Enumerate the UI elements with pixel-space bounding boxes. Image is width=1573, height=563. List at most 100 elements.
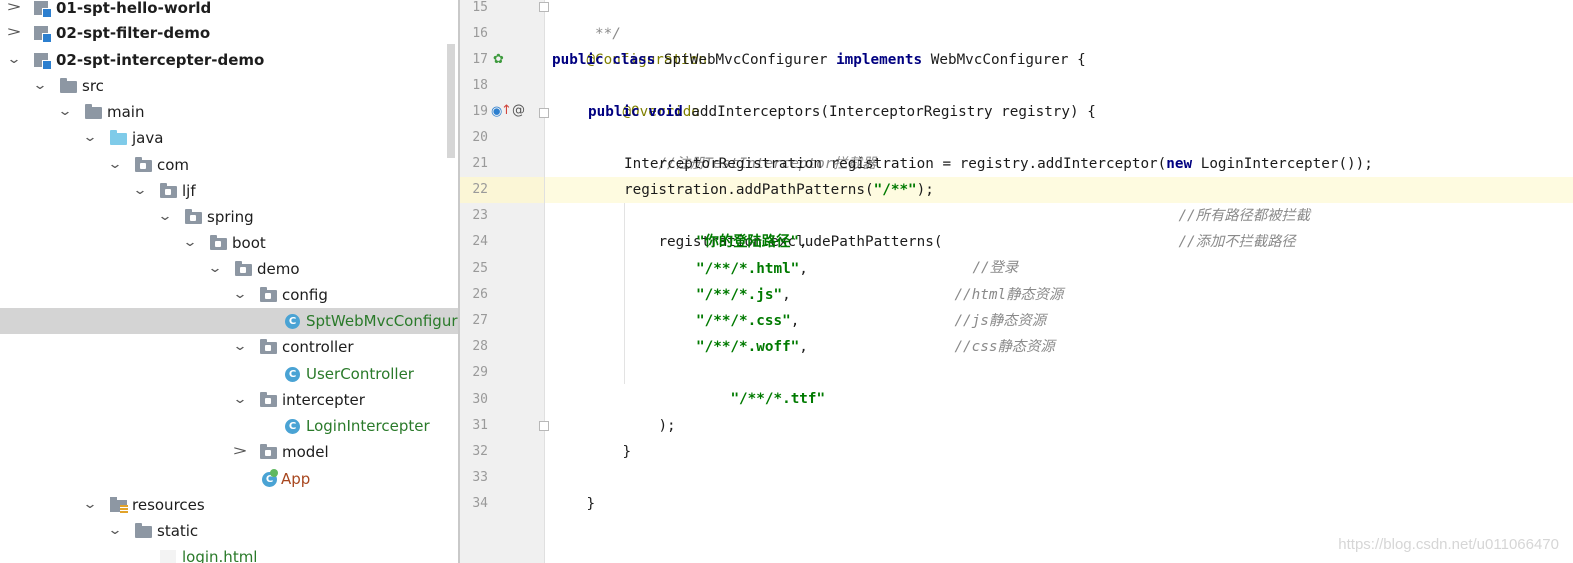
tree-item-src[interactable]: ⌄ src [0, 73, 458, 99]
chevron-down-icon[interactable]: ⌄ [29, 73, 51, 99]
code-line-17[interactable]: public class SptWebMvcConfigurer impleme… [552, 47, 1086, 73]
tree-item-spring[interactable]: ⌄ spring [0, 204, 458, 230]
class-icon: C [285, 419, 300, 434]
chevron-down-icon[interactable]: ⌄ [229, 334, 251, 360]
package-icon [260, 339, 277, 354]
tree-item-login-html[interactable]: login.html [0, 544, 458, 563]
code-line-33[interactable]: } [552, 465, 595, 512]
tree-item-01-spt-hello-world[interactable]: > 01-spt-hello-world [0, 0, 458, 21]
fold-marker-icon[interactable] [539, 2, 549, 12]
code-keyword: public class [552, 52, 664, 68]
code-line-27[interactable]: "/**/*.css", [696, 308, 799, 334]
tree-label: resources [132, 496, 205, 514]
tree-scrollbar[interactable] [447, 44, 455, 158]
code-line-24[interactable]: "你的登陆路径", [696, 229, 808, 255]
code-line-25-comment[interactable]: //html静态资源 [920, 256, 1063, 303]
code-text: , [799, 234, 808, 250]
code-keyword: new [1166, 156, 1201, 172]
code-line-24-comment[interactable]: //登录 [938, 229, 1018, 276]
line-number: 20 [472, 130, 488, 145]
code-line-26[interactable]: "/**/*.js", [696, 282, 791, 308]
code-line-20[interactable]: //注册TestInterceptor拦截器 [624, 125, 876, 172]
tree-item-sptwebmvcconfigurer[interactable]: C SptWebMvcConfigurer [0, 308, 458, 334]
chevron-right-icon[interactable]: > [3, 20, 25, 46]
code-text: registration.addPathPatterns( [624, 182, 874, 198]
code-line-18[interactable]: @Override [588, 73, 699, 120]
spring-bean-icon[interactable]: ✿ [493, 53, 504, 67]
code-line-26-comment[interactable]: //js静态资源 [920, 282, 1046, 329]
tree-label: boot [232, 234, 266, 252]
code-string: "/**/*.css" [696, 313, 791, 329]
tree-item-02-spt-intercepter-demo[interactable]: ⌄ 02-spt-intercepter-demo [0, 47, 458, 73]
code-line-23-comment[interactable]: //添加不拦截路径 [1144, 203, 1295, 250]
tree-item-static[interactable]: ⌄ static [0, 518, 458, 544]
chevron-down-icon[interactable]: ⌄ [229, 282, 251, 308]
chevron-right-icon[interactable]: > [229, 439, 251, 465]
tree-item-usercontroller[interactable]: C UserController [0, 361, 458, 387]
chevron-down-icon[interactable]: ⌄ [104, 152, 126, 178]
code-line-22-comment[interactable]: //所有路径都被拦截 [1144, 177, 1310, 224]
tree-item-main[interactable]: ⌄ main [0, 99, 458, 125]
tree-label: config [282, 286, 328, 304]
package-icon [260, 444, 277, 459]
line-number: 18 [472, 78, 488, 93]
code-line-15[interactable]: **/ [552, 0, 621, 42]
code-line-28[interactable]: "/**/*.woff", [696, 334, 808, 360]
line-number: 29 [472, 365, 488, 380]
tree-item-loginintercepter[interactable]: C LoginIntercepter [0, 413, 458, 439]
chevron-down-icon[interactable]: ⌄ [79, 125, 101, 151]
annotation-at-icon[interactable]: @ [512, 104, 525, 118]
tree-item-com[interactable]: ⌄ com [0, 152, 458, 178]
tree-item-model[interactable]: > model [0, 439, 458, 465]
tree-label: spring [207, 208, 254, 226]
code-line-21[interactable]: InterceptorRegistration registration = r… [624, 151, 1373, 177]
tree-item-intercepter[interactable]: ⌄ intercepter [0, 387, 458, 413]
tree-item-controller[interactable]: ⌄ controller [0, 334, 458, 360]
code-line-16[interactable]: @Configuration [552, 21, 707, 68]
chevron-down-icon[interactable]: ⌄ [179, 230, 201, 256]
code-editor[interactable]: 15 16 17 18 19 20 21 22 23 24 25 26 27 2… [460, 0, 1573, 563]
tree-item-app[interactable]: C App [0, 466, 458, 492]
code-line-25[interactable]: "/**/*.html", [696, 256, 808, 282]
folder-icon [60, 78, 77, 93]
tree-item-config[interactable]: ⌄ config [0, 282, 458, 308]
code-line-22[interactable]: registration.addPathPatterns("/**"); [624, 177, 934, 203]
line-number: 30 [472, 392, 488, 407]
fold-marker-icon[interactable] [539, 108, 549, 118]
code-comment: //添加不拦截路径 [1178, 234, 1296, 250]
override-up-arrow-icon[interactable]: ↑ [501, 104, 512, 118]
chevron-down-icon[interactable]: ⌄ [129, 178, 151, 204]
code-line-19[interactable]: public void addInterceptors(InterceptorR… [588, 99, 1096, 125]
code-line-27-comment[interactable]: //css静态资源 [920, 308, 1054, 355]
tree-item-java[interactable]: ⌄ java [0, 125, 458, 151]
code-line-30[interactable]: ); [624, 387, 675, 434]
fold-marker-icon[interactable] [539, 421, 549, 431]
tree-item-ljf[interactable]: ⌄ ljf [0, 178, 458, 204]
package-icon [160, 183, 177, 198]
tree-item-02-spt-filter-demo[interactable]: > 02-spt-filter-demo [0, 20, 458, 46]
code-text: LoginIntercepter()); [1200, 156, 1373, 172]
tree-item-resources[interactable]: ⌄ resources [0, 492, 458, 518]
package-icon [135, 157, 152, 172]
chevron-down-icon[interactable]: ⌄ [79, 492, 101, 518]
chevron-down-icon[interactable]: ⌄ [104, 518, 126, 544]
chevron-down-icon[interactable]: ⌄ [3, 47, 25, 73]
code-text: InterceptorRegistration registration = r… [624, 156, 1167, 172]
code-line-31[interactable]: } [588, 413, 631, 460]
code-line-23[interactable]: registration.excludePathPatterns( [624, 203, 942, 250]
line-number: 27 [472, 313, 488, 328]
tree-label: 01-spt-hello-world [56, 0, 212, 17]
tree-label: UserController [306, 365, 414, 383]
chevron-down-icon[interactable]: ⌄ [154, 204, 176, 230]
chevron-down-icon[interactable]: ⌄ [204, 256, 226, 282]
line-number: 15 [472, 0, 488, 15]
chevron-down-icon[interactable]: ⌄ [229, 387, 251, 413]
code-line-29[interactable]: "/**/*.ttf" [696, 360, 825, 407]
chevron-down-icon[interactable]: ⌄ [54, 99, 76, 125]
tree-item-demo[interactable]: ⌄ demo [0, 256, 458, 282]
chevron-right-icon[interactable]: > [3, 0, 25, 21]
code-string: "/**/*.ttf" [730, 391, 826, 407]
tree-item-boot[interactable]: ⌄ boot [0, 230, 458, 256]
html-file-icon [160, 550, 176, 563]
tree-label: 02-spt-intercepter-demo [56, 51, 265, 69]
